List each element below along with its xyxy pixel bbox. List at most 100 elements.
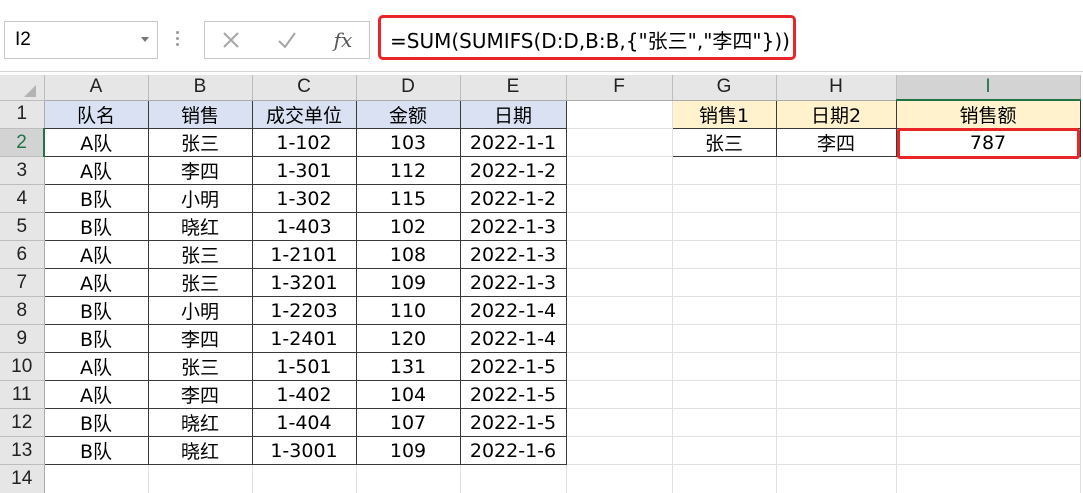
empty-cell[interactable]: [776, 185, 896, 213]
table-cell[interactable]: A队: [44, 381, 148, 409]
table-cell[interactable]: 李四: [148, 381, 252, 409]
header-cell-team[interactable]: 队名: [44, 100, 148, 129]
column-header-i[interactable]: I: [896, 75, 1080, 100]
empty-cell[interactable]: [672, 381, 776, 409]
table-cell[interactable]: 2022-1-1: [460, 129, 566, 157]
criteria-header-date2[interactable]: 日期2: [776, 100, 896, 129]
column-header-b[interactable]: B: [148, 75, 252, 100]
empty-cell[interactable]: [672, 269, 776, 297]
empty-cell[interactable]: [776, 409, 896, 437]
table-cell[interactable]: A队: [44, 157, 148, 185]
table-cell[interactable]: 1-2203: [252, 297, 356, 325]
row-header-7[interactable]: 7: [0, 269, 44, 297]
select-all-button[interactable]: [0, 75, 44, 100]
column-header-e[interactable]: E: [460, 75, 566, 100]
empty-cell[interactable]: [566, 241, 672, 269]
empty-cell[interactable]: [566, 213, 672, 241]
table-cell[interactable]: 2022-1-5: [460, 409, 566, 437]
row-header-13[interactable]: 13: [0, 437, 44, 465]
empty-cell[interactable]: [896, 185, 1080, 213]
table-cell[interactable]: 1-2101: [252, 241, 356, 269]
empty-cell[interactable]: [896, 241, 1080, 269]
empty-cell[interactable]: [776, 241, 896, 269]
empty-cell[interactable]: [566, 381, 672, 409]
column-header-c[interactable]: C: [252, 75, 356, 100]
table-cell[interactable]: 104: [356, 381, 460, 409]
row-header-5[interactable]: 5: [0, 213, 44, 241]
empty-cell[interactable]: [252, 465, 356, 493]
column-header-a[interactable]: A: [44, 75, 148, 100]
empty-cell[interactable]: [776, 353, 896, 381]
empty-cell[interactable]: [896, 465, 1080, 493]
table-cell[interactable]: 李四: [148, 325, 252, 353]
empty-cell[interactable]: [566, 465, 672, 493]
row-header-14[interactable]: 14: [0, 465, 44, 493]
row-header-11[interactable]: 11: [0, 381, 44, 409]
table-cell[interactable]: 1-501: [252, 353, 356, 381]
column-header-d[interactable]: D: [356, 75, 460, 100]
row-header-10[interactable]: 10: [0, 353, 44, 381]
table-cell[interactable]: 2022-1-6: [460, 437, 566, 465]
header-cell-sales[interactable]: 销售: [148, 100, 252, 129]
cancel-button[interactable]: [213, 26, 249, 54]
table-cell[interactable]: 李四: [148, 157, 252, 185]
header-cell-amount[interactable]: 金额: [356, 100, 460, 129]
empty-cell[interactable]: [566, 157, 672, 185]
empty-cell[interactable]: [776, 157, 896, 185]
empty-cell[interactable]: [566, 269, 672, 297]
table-cell[interactable]: B队: [44, 297, 148, 325]
row-header-12[interactable]: 12: [0, 409, 44, 437]
table-cell[interactable]: 1-3201: [252, 269, 356, 297]
table-cell[interactable]: 2022-1-5: [460, 381, 566, 409]
table-cell[interactable]: 1-102: [252, 129, 356, 157]
table-cell[interactable]: 2022-1-3: [460, 269, 566, 297]
empty-cell[interactable]: [566, 185, 672, 213]
table-cell[interactable]: 晓红: [148, 437, 252, 465]
empty-cell[interactable]: [896, 353, 1080, 381]
empty-cell[interactable]: [672, 157, 776, 185]
column-header-g[interactable]: G: [672, 75, 776, 100]
empty-cell[interactable]: [896, 213, 1080, 241]
table-cell[interactable]: 115: [356, 185, 460, 213]
empty-cell[interactable]: [356, 465, 460, 493]
table-cell[interactable]: 131: [356, 353, 460, 381]
table-cell[interactable]: 1-302: [252, 185, 356, 213]
table-cell[interactable]: 102: [356, 213, 460, 241]
criteria-cell-h2[interactable]: 李四: [776, 129, 896, 157]
empty-cell[interactable]: [896, 325, 1080, 353]
empty-cell[interactable]: [672, 325, 776, 353]
table-cell[interactable]: B队: [44, 185, 148, 213]
header-cell-unit[interactable]: 成交单位: [252, 100, 356, 129]
table-cell[interactable]: 2022-1-3: [460, 213, 566, 241]
table-cell[interactable]: 2022-1-3: [460, 241, 566, 269]
table-cell[interactable]: 108: [356, 241, 460, 269]
table-cell[interactable]: 120: [356, 325, 460, 353]
table-cell[interactable]: 晓红: [148, 213, 252, 241]
empty-cell[interactable]: [896, 381, 1080, 409]
table-cell[interactable]: 110: [356, 297, 460, 325]
header-cell-date[interactable]: 日期: [460, 100, 566, 129]
row-header-6[interactable]: 6: [0, 241, 44, 269]
table-cell[interactable]: 小明: [148, 185, 252, 213]
name-box[interactable]: I2: [4, 21, 158, 59]
empty-cell[interactable]: [896, 157, 1080, 185]
empty-cell[interactable]: [566, 297, 672, 325]
column-header-f[interactable]: F: [566, 75, 672, 100]
row-header-4[interactable]: 4: [0, 185, 44, 213]
empty-cell[interactable]: [776, 437, 896, 465]
table-cell[interactable]: A队: [44, 353, 148, 381]
table-cell[interactable]: 晓红: [148, 409, 252, 437]
row-header-2[interactable]: 2: [0, 129, 44, 157]
empty-cell[interactable]: [672, 241, 776, 269]
empty-cell[interactable]: [44, 465, 148, 493]
row-header-8[interactable]: 8: [0, 297, 44, 325]
table-cell[interactable]: 109: [356, 269, 460, 297]
table-cell[interactable]: A队: [44, 269, 148, 297]
empty-cell[interactable]: [896, 437, 1080, 465]
insert-function-button[interactable]: fx: [325, 26, 361, 54]
drag-handle-icon[interactable]: [176, 28, 180, 50]
empty-cell[interactable]: [672, 353, 776, 381]
row-header-1[interactable]: 1: [0, 100, 44, 129]
table-cell[interactable]: 109: [356, 437, 460, 465]
criteria-cell-g2[interactable]: 张三: [672, 129, 776, 157]
